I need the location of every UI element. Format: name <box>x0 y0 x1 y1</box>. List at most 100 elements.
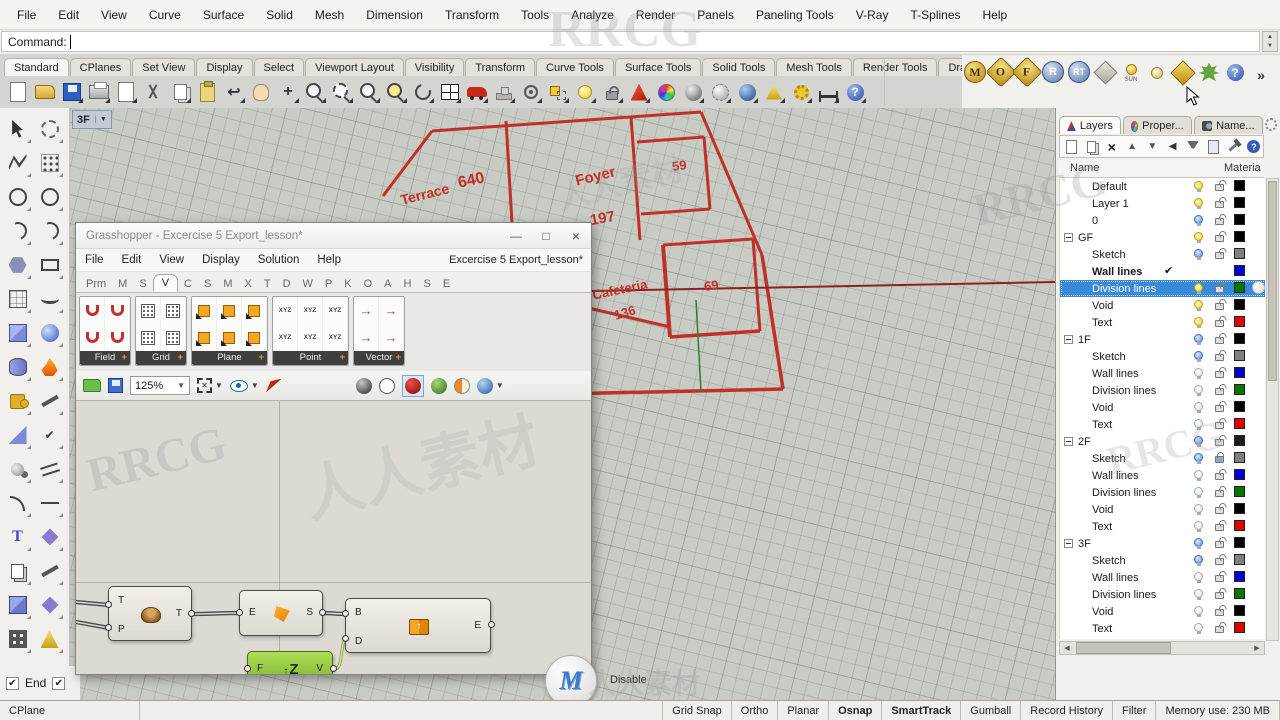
toolbar-tab-viewport-layout[interactable]: Viewport Layout <box>305 58 404 76</box>
layer-row-sketch[interactable]: Sketch <box>1060 552 1265 569</box>
palette-cone-button[interactable] <box>35 622 65 656</box>
viewport-layout-button[interactable] <box>438 80 462 104</box>
gh-menu-solution[interactable]: Solution <box>249 254 309 266</box>
gh-tab-prm-0[interactable]: Prm <box>80 276 112 292</box>
layer-lock-icon[interactable] <box>1215 354 1224 361</box>
menu-tools[interactable]: Tools <box>510 8 560 22</box>
gh-group-label[interactable]: Field + <box>80 351 130 365</box>
vray-f-badge-button[interactable]: F <box>1011 56 1043 101</box>
palette-rectangle-button[interactable] <box>35 248 65 282</box>
layer-visibility-bulb-icon[interactable] <box>1194 419 1203 430</box>
export-button[interactable] <box>114 80 138 104</box>
gh-menu-help[interactable]: Help <box>308 254 350 266</box>
layer-visibility-bulb-icon[interactable] <box>1194 470 1203 481</box>
node-port[interactable] <box>105 601 112 608</box>
settings-gear-button[interactable] <box>789 80 813 104</box>
zoom-lasso-button[interactable] <box>330 80 354 104</box>
tree-component[interactable]: T P T <box>108 586 192 641</box>
layer-visibility-bulb-icon[interactable] <box>1194 555 1203 566</box>
layer-visibility-bulb-icon[interactable] <box>1194 283 1203 294</box>
layer-visibility-bulb-icon[interactable] <box>1194 623 1203 634</box>
new-file-button[interactable] <box>6 80 30 104</box>
gh-tab-h-15[interactable]: H <box>398 276 418 292</box>
render-rt-badge-button[interactable]: RT <box>1066 61 1092 101</box>
osnap-checkbox[interactable]: ✔ <box>52 676 66 690</box>
menu-v-ray[interactable]: V-Ray <box>845 8 900 22</box>
object-snap-squares-button[interactable] <box>546 80 570 104</box>
toolbar-tab-render-tools[interactable]: Render Tools <box>852 58 938 76</box>
zoom-window-button[interactable] <box>357 80 381 104</box>
layer-lock-icon[interactable] <box>1215 286 1224 293</box>
layer-row-wall-lines[interactable]: Wall lines <box>1060 467 1265 484</box>
layer-color-swatch[interactable] <box>1234 418 1245 429</box>
palette-arc-blend-button[interactable] <box>35 214 65 248</box>
help-badge-button[interactable]: ? <box>1222 61 1248 101</box>
help-button[interactable]: ? <box>843 80 867 104</box>
chevron-down-icon[interactable]: ▼ <box>496 381 504 390</box>
grasshopper-window[interactable]: Grasshopper - Excercise 5 Export_lesson*… <box>75 222 592 675</box>
shaded-view-button[interactable] <box>681 80 705 104</box>
zoom-selected-button[interactable] <box>384 80 408 104</box>
layer-row-wall-lines[interactable]: Wall lines ✔ <box>1060 263 1265 280</box>
palette-solid-flame-button[interactable] <box>35 350 65 384</box>
menu-analyze[interactable]: Analyze <box>560 8 625 22</box>
menu-dimension[interactable]: Dimension <box>355 8 434 22</box>
layer-lock-icon[interactable] <box>1215 541 1224 548</box>
layer-lock-icon[interactable] <box>1215 252 1224 259</box>
layer-color-swatch[interactable] <box>1234 622 1245 633</box>
layer-visibility-bulb-icon[interactable] <box>1194 181 1203 192</box>
layer-lock-icon[interactable] <box>1215 388 1224 395</box>
vray-o-badge-button[interactable]: O <box>985 56 1017 101</box>
lock-objects-button[interactable] <box>600 80 624 104</box>
layer-visibility-bulb-icon[interactable] <box>1194 385 1203 396</box>
layer-row-0[interactable]: 0 <box>1060 212 1265 229</box>
render-diamond-button[interactable] <box>1092 60 1118 101</box>
gh-field-component-button[interactable] <box>105 324 130 351</box>
gh-point-component-button[interactable]: XYZ <box>298 297 323 324</box>
layer-color-swatch[interactable] <box>1234 231 1245 242</box>
toolbar-tab-standard[interactable]: Standard <box>4 58 69 76</box>
toolbar-overflow-button[interactable]: » <box>1248 61 1274 101</box>
toolbar-tab-cplanes[interactable]: CPlanes <box>69 58 132 76</box>
layer-lock-icon[interactable] <box>1215 558 1224 565</box>
palette-pipe-button[interactable] <box>35 452 65 486</box>
layer-row-text[interactable]: Text <box>1060 518 1265 535</box>
paste-button[interactable] <box>195 80 219 104</box>
palette-circle-button[interactable] <box>3 180 33 214</box>
gh-group-label[interactable]: Grid + <box>136 351 186 365</box>
layer-lock-icon[interactable] <box>1215 507 1224 514</box>
layer-color-swatch[interactable] <box>1234 265 1245 276</box>
layer-tools-button[interactable] <box>1224 137 1242 156</box>
node-port[interactable] <box>488 621 495 628</box>
layer-lock-icon[interactable] <box>1215 524 1224 531</box>
grasshopper-titlebar[interactable]: Grasshopper - Excercise 5 Export_lesson*… <box>76 223 591 249</box>
layer-color-swatch[interactable] <box>1234 486 1245 497</box>
preview-eye-icon[interactable] <box>229 379 248 392</box>
zoom-dynamic-button[interactable] <box>303 80 327 104</box>
scroll-thumb[interactable] <box>1268 181 1277 381</box>
pearl-button[interactable] <box>1144 61 1170 101</box>
toolbar-tab-curve-tools[interactable]: Curve Tools <box>536 58 614 76</box>
palette-lasso-button[interactable] <box>35 112 65 146</box>
layers-hscrollbar[interactable]: ◀ ▶ <box>1059 641 1265 655</box>
expand-collapse-icon[interactable] <box>1064 437 1073 446</box>
osnap-checkbox[interactable]: ✔ <box>6 676 19 690</box>
layer-visibility-bulb-icon[interactable] <box>1194 453 1203 464</box>
layer-color-swatch[interactable] <box>1234 248 1245 259</box>
gh-grid-component-button[interactable] <box>136 297 161 324</box>
scroll-left-icon[interactable]: ◀ <box>1060 642 1074 654</box>
gh-tab-e-17[interactable]: E <box>437 276 456 292</box>
gh-tab-p-11[interactable]: P <box>319 276 338 292</box>
layer-row-sketch[interactable]: Sketch <box>1060 348 1265 365</box>
statusbar-gumball[interactable]: Gumball <box>961 701 1022 720</box>
menu-paneling-tools[interactable]: Paneling Tools <box>745 8 845 22</box>
statusbar-filter[interactable]: Filter <box>1113 701 1157 720</box>
layer-color-swatch[interactable] <box>1234 180 1245 191</box>
zoom-extents-icon[interactable]: ✕ <box>197 378 212 393</box>
palette-boolean-button[interactable] <box>3 452 33 486</box>
panel-tab-layers[interactable]: Layers <box>1059 116 1121 134</box>
gh-tab-c-4[interactable]: C <box>178 276 198 292</box>
palette-control-points-button[interactable] <box>35 146 65 180</box>
layer-visibility-bulb-icon[interactable] <box>1194 198 1203 209</box>
gh-menu-display[interactable]: Display <box>193 254 249 266</box>
